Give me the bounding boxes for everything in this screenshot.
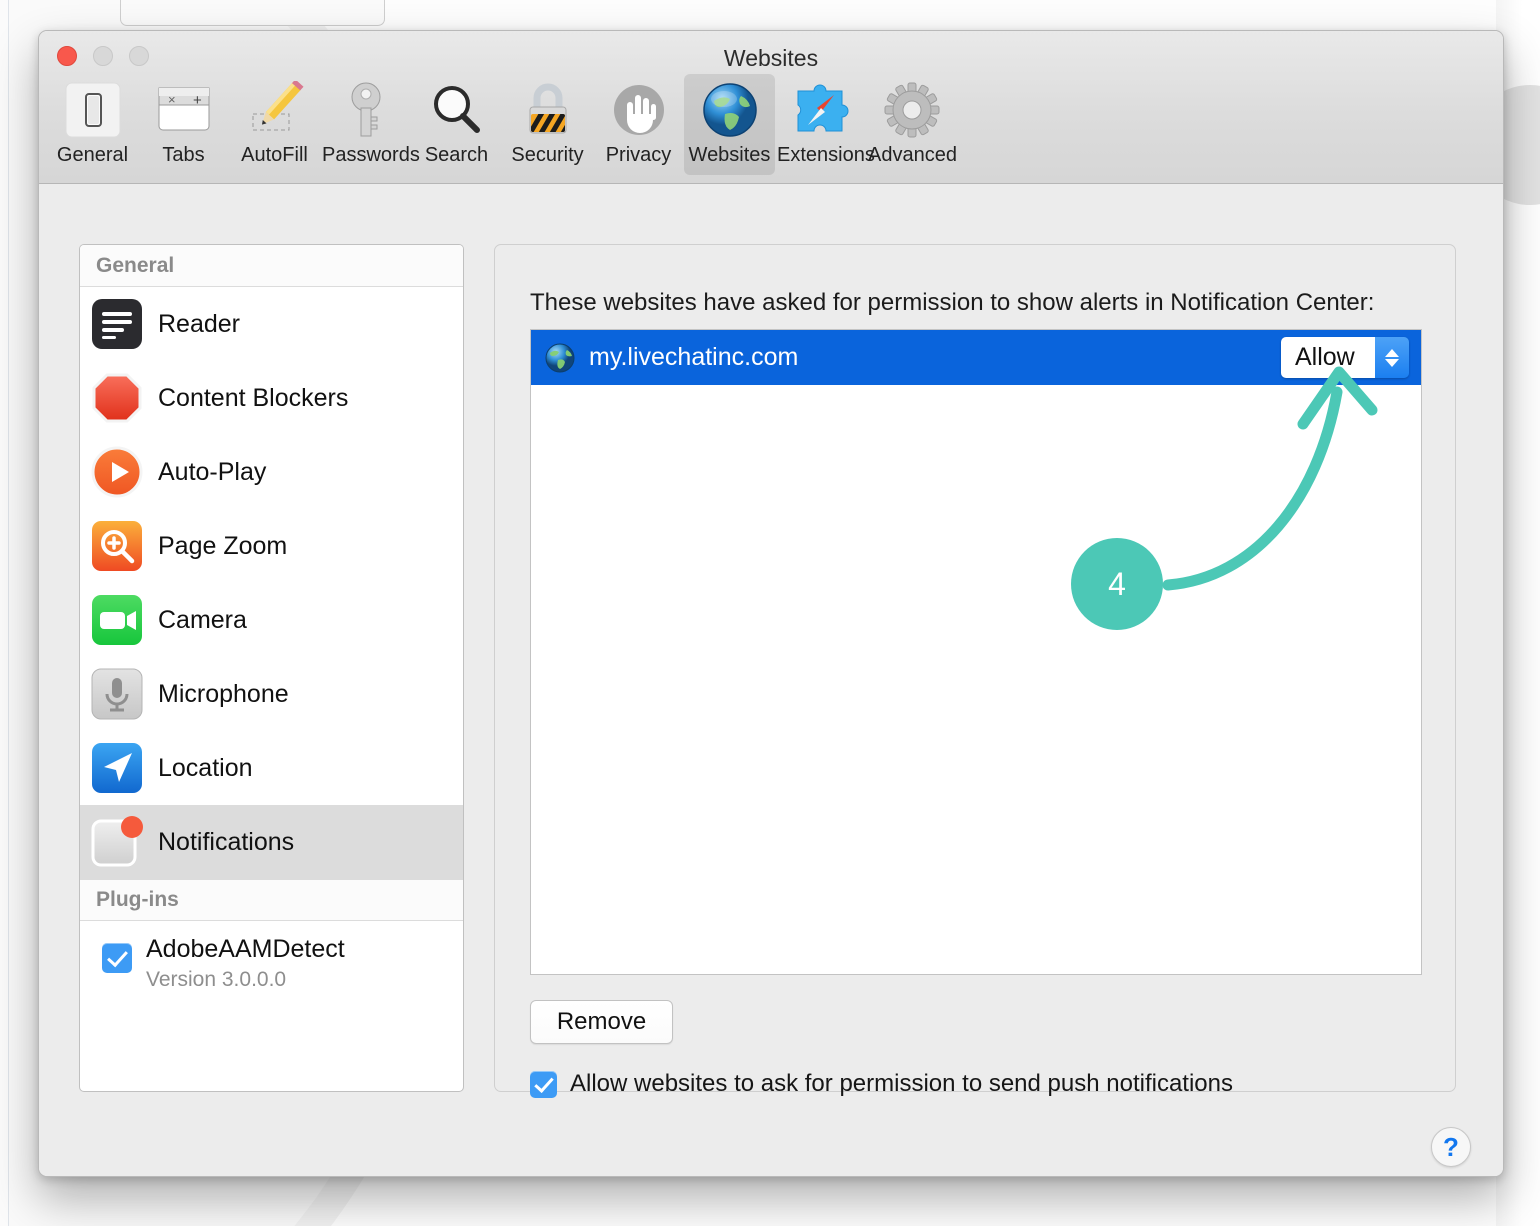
sidebar-plugin-item[interactable]: AdobeAAMDetect Version 3.0.0.0: [80, 921, 463, 1017]
plugin-name: AdobeAAMDetect: [146, 935, 345, 963]
toolbar-label: Extensions: [777, 144, 875, 166]
toolbar-label: Search: [424, 144, 489, 166]
toolbar-item-extensions[interactable]: Extensions: [775, 74, 875, 175]
preferences-toolbar: General × + Tabs AutoFill Passwords Sear…: [47, 74, 1503, 175]
svg-text:×: ×: [168, 92, 176, 107]
screenshot-root: E-mail: Websites: [0, 0, 1540, 1226]
sidebar-item-label: Page Zoom: [158, 531, 288, 560]
permission-value: Allow: [1281, 337, 1375, 378]
tabs-icon: × +: [140, 80, 227, 140]
plugin-version: Version 3.0.0.0: [146, 968, 287, 991]
toolbar-item-tabs[interactable]: × + Tabs: [138, 74, 229, 175]
toolbar-label: AutoFill: [241, 144, 308, 166]
preferences-body: General Reader Content Blockers Auto-Pla…: [39, 184, 1503, 1176]
sidebar-item-content-blockers[interactable]: Content Blockers: [80, 361, 463, 435]
help-button[interactable]: ?: [1431, 1127, 1471, 1167]
sidebar-item-location[interactable]: Location: [80, 731, 463, 805]
sidebar-item-label: Microphone: [158, 679, 289, 708]
allow-ask-permission-row[interactable]: Allow websites to ask for permission to …: [530, 1070, 1233, 1098]
globe-icon: [545, 343, 575, 373]
window-titlebar: Websites General × + Tabs AutoFill Passw…: [39, 31, 1503, 184]
globe-icon: [686, 80, 773, 140]
toolbar-item-advanced[interactable]: Advanced: [866, 74, 957, 175]
toolbar-item-general[interactable]: General: [47, 74, 138, 175]
sidebar-item-label: Location: [158, 753, 253, 782]
toolbar-label: General: [56, 144, 129, 166]
padlock-icon: [504, 80, 591, 140]
page-zoom-icon: [90, 519, 144, 573]
toolbar-item-autofill[interactable]: AutoFill: [229, 74, 320, 175]
reader-icon: [90, 297, 144, 351]
camera-icon: [90, 593, 144, 647]
toolbar-label: Advanced: [868, 144, 957, 166]
background-email-label: E-mail:: [152, 0, 217, 4]
toolbar-label: Tabs: [162, 144, 205, 166]
microphone-icon: [90, 667, 144, 721]
magnifier-icon: [413, 80, 500, 140]
hand-icon: [595, 80, 682, 140]
gear-icon: [868, 80, 955, 140]
chevron-down-icon: [1385, 358, 1399, 367]
sidebar-item-label: Reader: [158, 309, 240, 338]
sidebar-item-page-zoom[interactable]: Page Zoom: [80, 509, 463, 583]
plugin-enabled-checkbox[interactable]: [102, 943, 132, 973]
chevron-up-down-icon[interactable]: [1375, 337, 1409, 378]
sidebar-item-label: Content Blockers: [158, 383, 349, 412]
allow-ask-checkbox[interactable]: [530, 1070, 557, 1098]
website-permissions-list[interactable]: my.livechatinc.com Allow: [530, 329, 1422, 975]
preferences-window: Websites General × + Tabs AutoFill Passw…: [38, 30, 1504, 1177]
puzzle-icon: [777, 80, 864, 140]
toolbar-item-search[interactable]: Search: [411, 74, 502, 175]
chevron-up-icon: [1385, 348, 1399, 357]
toolbar-label: Privacy: [605, 144, 672, 166]
sidebar-item-auto-play[interactable]: Auto-Play: [80, 435, 463, 509]
toolbar-item-security[interactable]: Security: [502, 74, 593, 175]
sidebar-item-microphone[interactable]: Microphone: [80, 657, 463, 731]
sidebar-item-label: Camera: [158, 605, 247, 634]
sidebar-item-reader[interactable]: Reader: [80, 287, 463, 361]
pane-description: These websites have asked for permission…: [530, 289, 1375, 316]
pencil-icon: [231, 80, 318, 140]
sidebar-item-notifications[interactable]: Notifications: [80, 805, 463, 879]
remove-button[interactable]: Remove: [530, 1000, 673, 1044]
allow-ask-label: Allow websites to ask for permission to …: [570, 1070, 1233, 1097]
notifications-settings-pane: These websites have asked for permission…: [494, 244, 1456, 1098]
window-title: Websites: [723, 45, 819, 71]
plugin-texts: AdobeAAMDetect Version 3.0.0.0: [146, 935, 345, 992]
toolbar-item-websites[interactable]: Websites: [684, 74, 775, 175]
device-icon: [49, 80, 136, 140]
website-name: my.livechatinc.com: [589, 343, 799, 371]
toolbar-item-passwords[interactable]: Passwords: [320, 74, 420, 175]
permission-dropdown[interactable]: Allow: [1281, 337, 1409, 378]
svg-text:+: +: [193, 92, 202, 109]
auto-play-icon: [90, 445, 144, 499]
toolbar-label: Security: [511, 144, 584, 166]
toolbar-label: Passwords: [322, 144, 420, 166]
content-blockers-icon: [90, 371, 144, 425]
toolbar-item-privacy[interactable]: Privacy: [593, 74, 684, 175]
table-row[interactable]: my.livechatinc.com Allow: [531, 330, 1421, 385]
location-icon: [90, 741, 144, 795]
sidebar-group-header-general: General: [80, 245, 463, 287]
toolbar-label: Websites: [688, 144, 771, 166]
sidebar-item-label: Notifications: [158, 827, 295, 856]
key-icon: [322, 80, 409, 140]
sidebar-item-camera[interactable]: Camera: [80, 583, 463, 657]
notifications-icon: [90, 815, 144, 869]
background-left-edge: [0, 0, 9, 1226]
settings-sidebar: General Reader Content Blockers Auto-Pla…: [79, 244, 464, 1092]
sidebar-group-header-plugins: Plug-ins: [80, 879, 463, 921]
sidebar-item-label: Auto-Play: [158, 457, 267, 486]
